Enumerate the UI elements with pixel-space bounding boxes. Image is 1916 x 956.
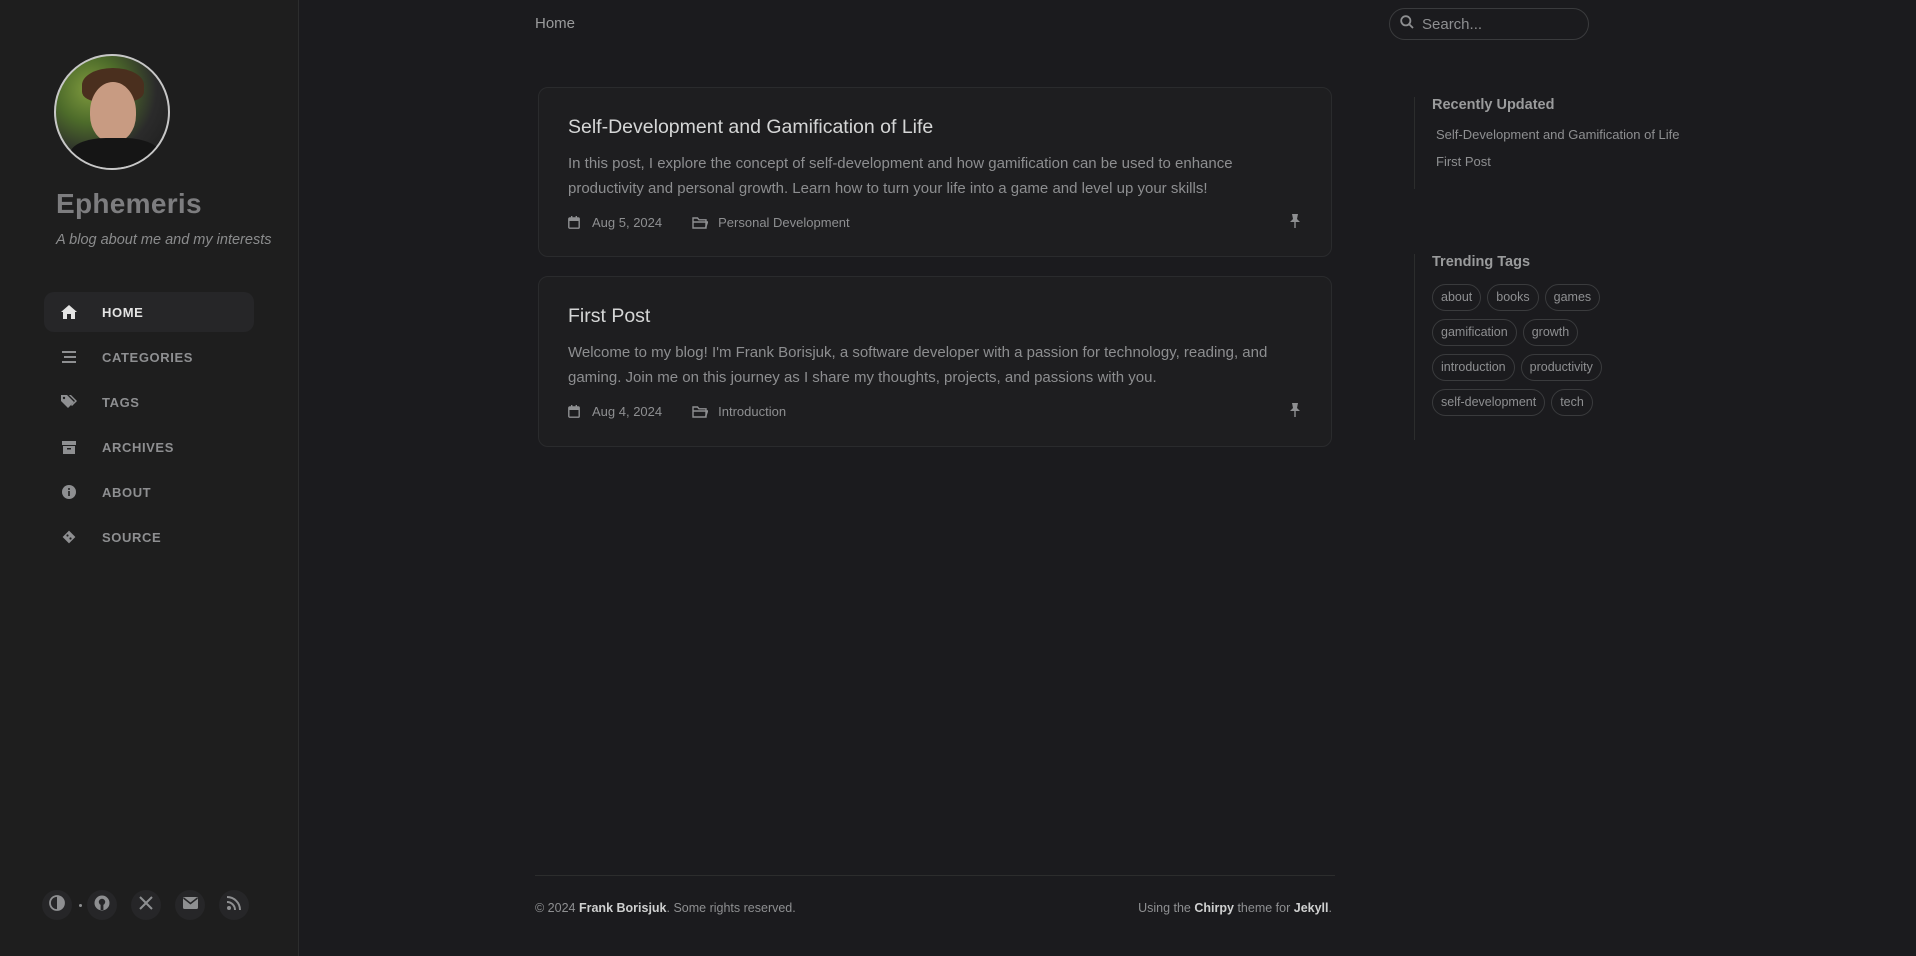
post-excerpt: Welcome to my blog! I'm Frank Borisjuk, …	[568, 344, 1268, 386]
nav-label-home: HOME	[102, 304, 144, 320]
post-category[interactable]: Introduction	[718, 404, 786, 419]
avatar-face	[90, 82, 136, 142]
recently-updated-title: Recently Updated	[1432, 97, 1555, 113]
search-input[interactable]	[1422, 15, 1572, 33]
nav-label-categories: CATEGORIES	[102, 349, 193, 365]
avatar-shirt	[70, 138, 160, 168]
nav-item-about[interactable]: ABOUT	[44, 472, 254, 512]
twitter-link[interactable]	[131, 890, 161, 920]
recent-link[interactable]: First Post	[1432, 154, 1680, 169]
nav-label-tags: TAGS	[102, 394, 140, 410]
folder-icon	[692, 216, 709, 230]
copyright-year: © 2024	[535, 901, 576, 915]
engine-link[interactable]: Jekyll	[1294, 901, 1329, 915]
post-excerpt: In this post, I explore the concept of s…	[568, 155, 1233, 197]
post-date: Aug 4, 2024	[592, 404, 663, 419]
rss-icon	[226, 895, 241, 915]
trending-tags-title: Trending Tags	[1432, 254, 1531, 270]
sidebar-nav: HOME CATEGORIES TAGS ARCHIVES ABOUT SOUR…	[44, 292, 254, 562]
recently-updated-panel: Recently Updated Self-Development and Ga…	[1414, 97, 1680, 189]
recent-link[interactable]: Self-Development and Gamification of Lif…	[1432, 127, 1680, 142]
email-icon	[182, 896, 198, 914]
footer-period: .	[1328, 901, 1332, 915]
home-icon	[60, 303, 78, 321]
theme-for-text: theme for	[1237, 901, 1291, 915]
post-date: Aug 5, 2024	[592, 215, 663, 230]
separator-dot	[79, 903, 82, 907]
tag-pill[interactable]: games	[1544, 284, 1601, 311]
post-meta: Aug 5, 2024 Personal Development	[568, 214, 1302, 231]
folder-icon	[692, 405, 709, 419]
github-icon	[94, 895, 110, 916]
nav-label-source: SOURCE	[102, 529, 162, 545]
pin-icon	[1289, 403, 1301, 420]
tag-pill[interactable]: self-development	[1432, 389, 1546, 416]
tag-pill[interactable]: introduction	[1432, 354, 1515, 381]
footer-divider	[535, 875, 1335, 876]
tag-pill[interactable]: productivity	[1520, 354, 1602, 381]
theme-toggle-icon	[49, 894, 65, 916]
author-link[interactable]: Frank Borisjuk	[579, 901, 667, 915]
tag-list: about books games gamification growth in…	[1432, 284, 1632, 424]
nav-item-archives[interactable]: ARCHIVES	[44, 427, 254, 467]
trending-tags-panel: Trending Tags about books games gamifica…	[1414, 254, 1632, 440]
sidebar-bottom-links	[42, 890, 263, 920]
tag-pill[interactable]: books	[1487, 284, 1539, 311]
calendar-icon	[568, 405, 582, 419]
nav-item-home[interactable]: HOME	[44, 292, 254, 332]
post-category[interactable]: Personal Development	[718, 215, 850, 230]
tag-pill[interactable]: growth	[1522, 319, 1579, 346]
tag-pill[interactable]: tech	[1551, 389, 1593, 416]
theme-toggle-button[interactable]	[42, 890, 72, 920]
footer-credits: Using the Chirpy theme for Jekyll.	[1138, 901, 1332, 915]
post-card[interactable]: First Post Welcome to my blog! I'm Frank…	[538, 276, 1332, 447]
post-card[interactable]: Self-Development and Gamification of Lif…	[538, 87, 1332, 257]
pin-icon	[1289, 214, 1301, 231]
x-twitter-icon	[139, 895, 153, 915]
using-text: Using the	[1138, 901, 1191, 915]
footer-copyright: © 2024 Frank Borisjuk. Some rights reser…	[535, 901, 796, 915]
nav-item-source[interactable]: SOURCE	[44, 517, 254, 557]
tag-pill[interactable]: about	[1432, 284, 1482, 311]
site-subtitle: A blog about me and my interests	[56, 232, 272, 248]
calendar-icon	[568, 216, 582, 230]
site-title[interactable]: Ephemeris	[56, 188, 202, 220]
email-link[interactable]	[175, 890, 205, 920]
github-link[interactable]	[87, 890, 117, 920]
post-title[interactable]: First Post	[568, 305, 1302, 328]
theme-link[interactable]: Chirpy	[1194, 901, 1234, 915]
tags-icon	[60, 393, 78, 411]
git-icon	[60, 528, 78, 546]
nav-label-about: ABOUT	[102, 484, 152, 500]
nav-item-tags[interactable]: TAGS	[44, 382, 254, 422]
post-title[interactable]: Self-Development and Gamification of Lif…	[568, 116, 1302, 139]
tag-pill[interactable]: gamification	[1432, 319, 1517, 346]
rights-text: . Some rights reserved.	[666, 901, 796, 915]
nav-item-categories[interactable]: CATEGORIES	[44, 337, 254, 377]
breadcrumb: Home	[535, 15, 576, 32]
archive-icon	[60, 438, 78, 456]
search-box[interactable]	[1389, 8, 1589, 40]
post-meta: Aug 4, 2024 Introduction	[568, 403, 1302, 420]
stream-icon	[60, 348, 78, 366]
avatar[interactable]	[54, 54, 170, 170]
rss-link[interactable]	[219, 890, 249, 920]
nav-label-archives: ARCHIVES	[102, 439, 174, 455]
info-icon	[60, 483, 78, 501]
search-icon	[1400, 14, 1414, 34]
sidebar: Ephemeris A blog about me and my interes…	[0, 0, 299, 956]
